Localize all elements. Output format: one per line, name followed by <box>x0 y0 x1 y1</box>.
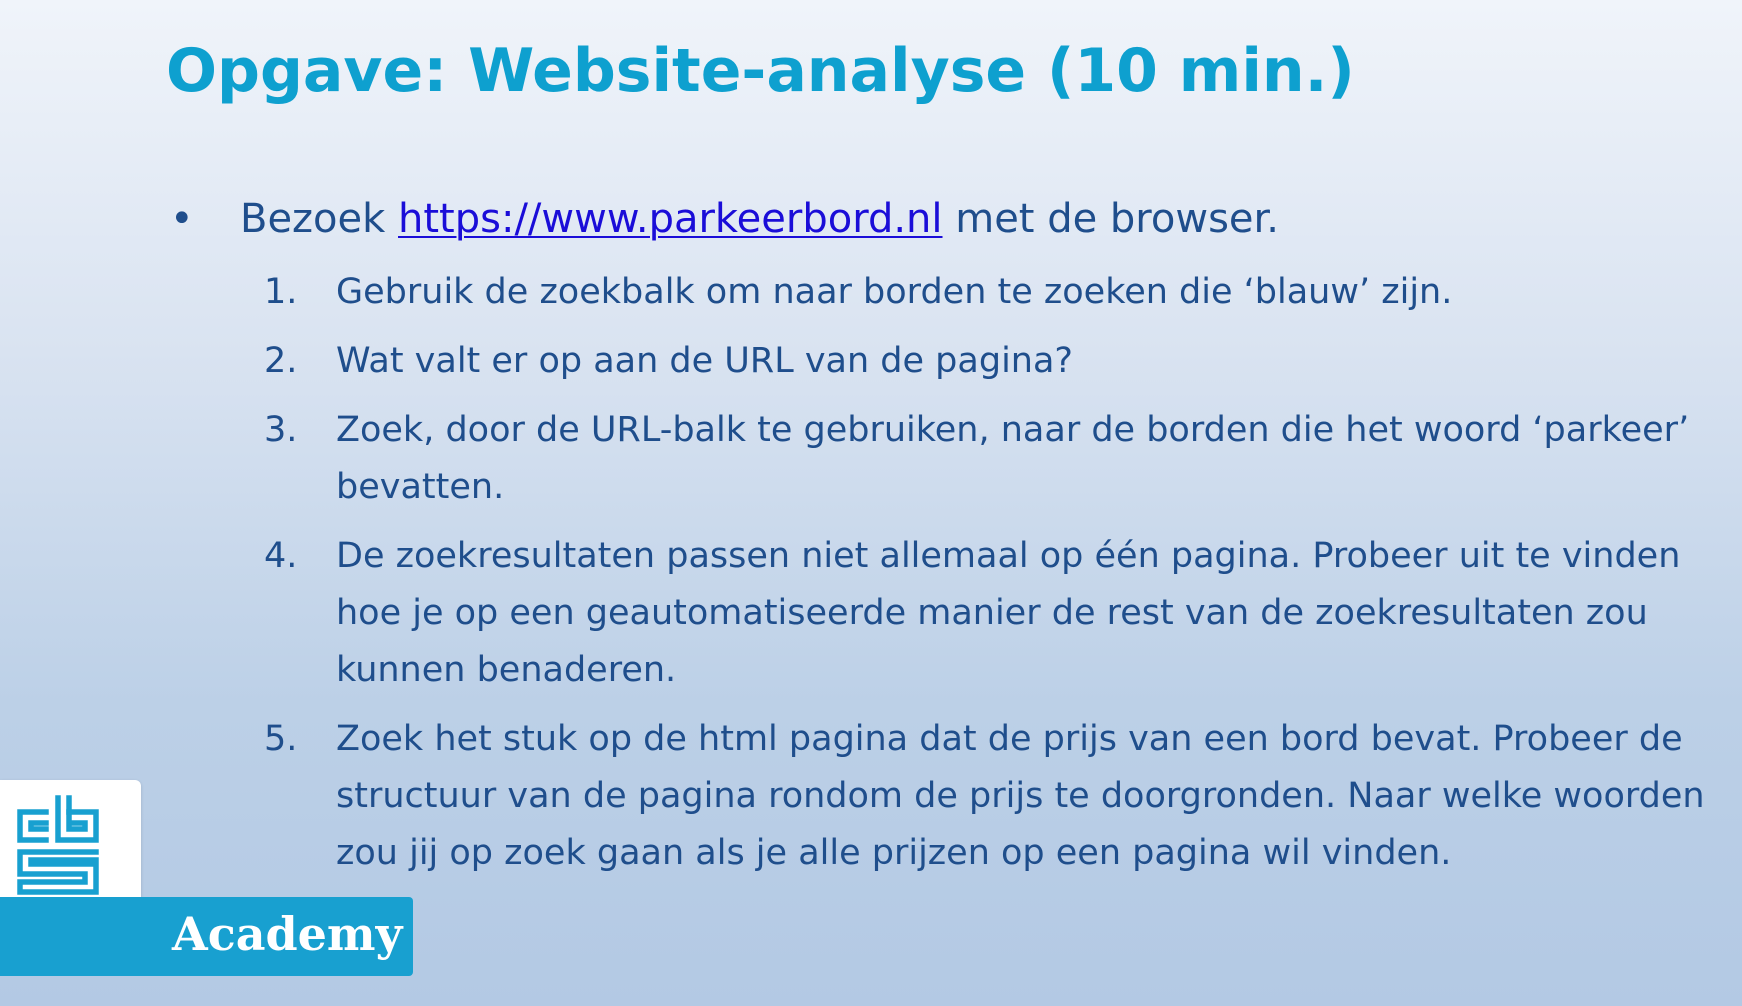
step-text: Zoek het stuk op de html pagina dat de p… <box>336 719 1705 873</box>
step-text: Zoek, door de URL-balk te gebruiken, naa… <box>336 410 1690 507</box>
academy-label: Academy <box>172 907 403 961</box>
bullet-suffix: met de browser. <box>942 196 1279 242</box>
list-item: 3. Zoek, door de URL-balk te gebruiken, … <box>160 402 1720 516</box>
step-list: 1. Gebruik de zoekbalk om naar borden te… <box>160 264 1720 882</box>
list-item: 5. Zoek het stuk op de html pagina dat d… <box>160 711 1720 882</box>
bullet-item: • Bezoek https://www.parkeerbord.nl met … <box>160 190 1720 252</box>
step-number: 5. <box>264 719 298 759</box>
bullet-prefix: Bezoek <box>240 196 399 242</box>
slide-content: • Bezoek https://www.parkeerbord.nl met … <box>160 190 1720 882</box>
list-item: 1. Gebruik de zoekbalk om naar borden te… <box>160 264 1720 321</box>
website-link[interactable]: https://www.parkeerbord.nl <box>398 196 943 242</box>
step-number: 4. <box>264 536 298 576</box>
step-text: Gebruik de zoekbalk om naar borden te zo… <box>336 272 1453 312</box>
step-number: 3. <box>264 410 298 450</box>
academy-banner: Academy <box>0 897 413 976</box>
cbs-logo-icon <box>17 795 99 895</box>
slide-title: Opgave: Website-analyse (10 min.) <box>166 36 1355 106</box>
bullet-marker: • <box>170 196 194 242</box>
step-number: 1. <box>264 272 298 312</box>
list-item: 2. Wat valt er op aan de URL van de pagi… <box>160 333 1720 390</box>
step-text: De zoekresultaten passen niet allemaal o… <box>336 536 1681 690</box>
step-text: Wat valt er op aan de URL van de pagina? <box>336 341 1073 381</box>
list-item: 4. De zoekresultaten passen niet allemaa… <box>160 528 1720 699</box>
step-number: 2. <box>264 341 298 381</box>
